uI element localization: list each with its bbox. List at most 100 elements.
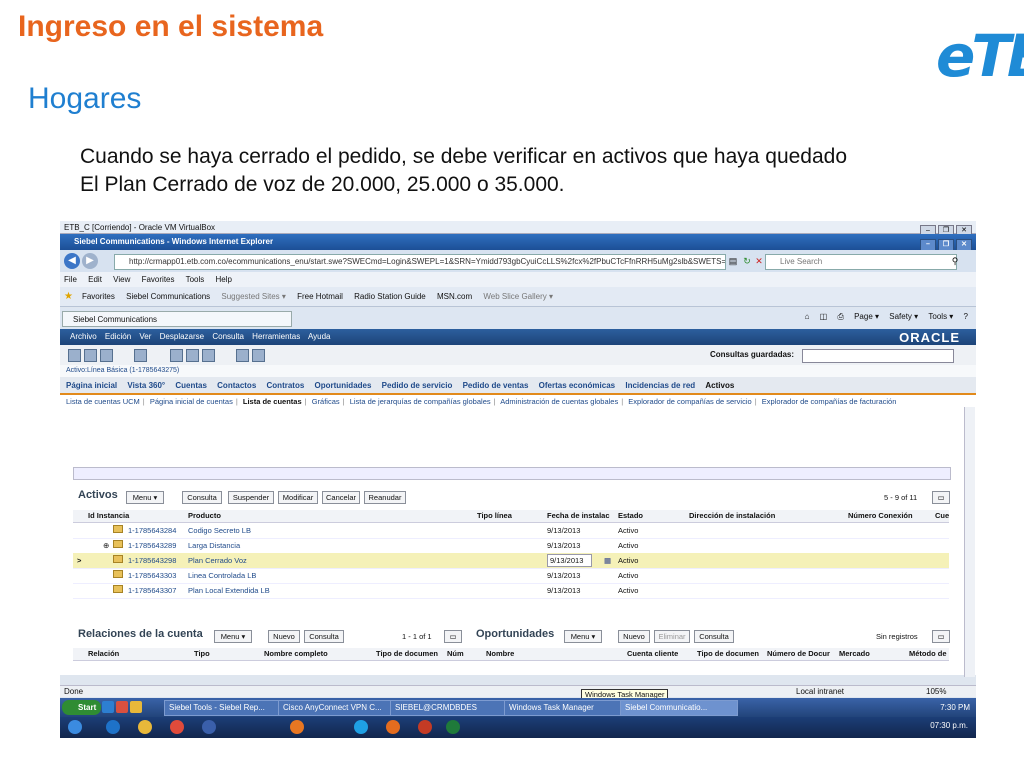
activos-modificar-button[interactable]: Modificar [278, 491, 318, 504]
col-tipo[interactable]: Tipo [194, 648, 210, 660]
menu-help[interactable]: Help [216, 275, 232, 284]
col-metodo[interactable]: Método de [909, 648, 947, 660]
toolbar-icon-8[interactable] [236, 349, 249, 362]
activos-menu-button[interactable]: Menu ▾ [126, 491, 164, 504]
menu-tools[interactable]: Tools [186, 275, 205, 284]
activos-cancelar-button[interactable]: Cancelar [322, 491, 360, 504]
ie-tab-siebel[interactable]: Siebel Communications [62, 311, 292, 327]
toolbar-icon-2[interactable] [84, 349, 97, 362]
menu-file[interactable]: File [64, 275, 77, 284]
expand-icon[interactable]: ⊕ [103, 538, 109, 553]
row-date-input[interactable]: 9/13/2013 [547, 554, 593, 567]
tab-oportunidades[interactable]: Oportunidades [315, 381, 372, 390]
fav-msn[interactable]: MSN.com [437, 292, 472, 301]
siebel-menu-archivo[interactable]: Archivo [70, 332, 97, 341]
oportunidades-layout-icon[interactable]: ▭ [932, 630, 950, 643]
oportunidades-nuevo-button[interactable]: Nuevo [618, 630, 650, 643]
zoom-level[interactable]: 105% [926, 686, 946, 698]
oportunidades-eliminar-button[interactable]: Eliminar [654, 630, 690, 643]
col-id-instancia[interactable]: Id Instancia [88, 510, 129, 522]
start-button[interactable]: Start [62, 700, 102, 715]
tab-activos[interactable]: Activos [705, 381, 734, 390]
toolbar-icon-4[interactable] [134, 349, 147, 362]
siebel-menu-edicion[interactable]: Edición [105, 332, 131, 341]
col-tipo-linea[interactable]: Tipo línea [477, 510, 512, 522]
col-nombre-completo[interactable]: Nombre completo [264, 648, 328, 660]
tab-cuentas[interactable]: Cuentas [175, 381, 207, 390]
subview-admin[interactable]: Administración de cuentas globales [500, 397, 618, 406]
tab-contactos[interactable]: Contactos [217, 381, 256, 390]
row-id[interactable]: 1-1785643289 [128, 538, 176, 553]
col-cuenta[interactable]: Cue [935, 510, 949, 522]
search-input[interactable]: Live Search [765, 254, 957, 270]
col-producto[interactable]: Producto [188, 510, 221, 522]
toolbar-icon-9[interactable] [252, 349, 265, 362]
table-row[interactable]: 1-1785643307 Plan Local Extendida LB 9/1… [73, 583, 949, 599]
row-id[interactable]: 1-1785643307 [128, 583, 176, 598]
col-direccion[interactable]: Dirección de instalación [689, 510, 775, 522]
help-icon[interactable]: ? [964, 312, 968, 321]
toolbar-icon-5[interactable] [170, 349, 183, 362]
home-icon[interactable]: ⌂ [805, 312, 810, 321]
table-row-selected[interactable]: > 1-1785643298 Plan Cerrado Voz 9/13/201… [73, 553, 949, 569]
fav-hotmail[interactable]: Free Hotmail [297, 292, 343, 301]
back-icon[interactable]: ◀ [64, 253, 80, 269]
col-estado[interactable]: Estado [618, 510, 643, 522]
relaciones-layout-icon[interactable]: ▭ [444, 630, 462, 643]
toolbar-icon-1[interactable] [68, 349, 81, 362]
ie-quicklaunch-icon[interactable] [102, 701, 114, 713]
address-input[interactable]: http://crmapp01.etb.com.co/ecommunicatio… [114, 254, 726, 270]
col-cuenta-cliente[interactable]: Cuenta cliente [627, 648, 678, 660]
fav-web-slice[interactable]: Web Slice Gallery ▾ [483, 292, 553, 301]
table-row[interactable]: 1-1785643284 Codigo Secreto LB 9/13/2013… [73, 523, 949, 539]
host-explorer-icon[interactable] [138, 720, 152, 734]
task-siebel-db[interactable]: SIEBEL@CRMDBDES [390, 700, 506, 716]
fav-suggested-sites[interactable]: Suggested Sites ▾ [221, 292, 286, 301]
siebel-menu-ayuda[interactable]: Ayuda [308, 332, 331, 341]
oportunidades-menu-button[interactable]: Menu ▾ [564, 630, 602, 643]
relaciones-consulta-button[interactable]: Consulta [304, 630, 344, 643]
horizontal-scrollbar[interactable] [73, 467, 951, 480]
toolbar-icon-3[interactable] [100, 349, 113, 362]
relaciones-nuevo-button[interactable]: Nuevo [268, 630, 300, 643]
row-id[interactable]: 1-1785643303 [128, 568, 176, 583]
col-num[interactable]: Núm [447, 648, 464, 660]
menu-view[interactable]: View [113, 275, 130, 284]
oportunidades-consulta-button[interactable]: Consulta [694, 630, 734, 643]
print-icon[interactable]: ⎙ [837, 312, 843, 321]
col-numero-conexion[interactable]: Número Conexión [848, 510, 913, 522]
toolbar-icon-6[interactable] [186, 349, 199, 362]
subview-servicio[interactable]: Explorador de compañías de servicio [628, 397, 751, 406]
row-id[interactable]: 1-1785643298 [128, 553, 176, 568]
col-nombre[interactable]: Nombre [486, 648, 514, 660]
tab-contratos[interactable]: Contratos [267, 381, 305, 390]
compatibility-icon[interactable]: ▤ [726, 254, 740, 268]
favorites-button[interactable]: Favorites [82, 292, 115, 301]
siebel-menu-desplazarse[interactable]: Desplazarse [160, 332, 204, 341]
col-numero-documento[interactable]: Número de Docur [767, 648, 830, 660]
host-firefox-icon[interactable] [290, 720, 304, 734]
col-mercado[interactable]: Mercado [839, 648, 870, 660]
tab-pedido-ventas[interactable]: Pedido de ventas [463, 381, 529, 390]
task-task-manager[interactable]: Windows Task Manager [504, 700, 622, 716]
activos-reanudar-button[interactable]: Reanudar [364, 491, 406, 504]
quicklaunch-icon-2[interactable] [116, 701, 128, 713]
cmd-page[interactable]: Page ▾ [854, 312, 879, 321]
subview-inicial[interactable]: Página inicial de cuentas [150, 397, 233, 406]
row-id[interactable]: 1-1785643284 [128, 523, 176, 538]
menu-favorites[interactable]: Favorites [142, 275, 175, 284]
siebel-menu-herramientas[interactable]: Herramientas [252, 332, 300, 341]
host-ie-icon[interactable] [106, 720, 120, 734]
col-relacion[interactable]: Relación [88, 648, 119, 660]
table-row[interactable]: 1-1785643303 Linea Controlada LB 9/13/20… [73, 568, 949, 584]
subview-ucm[interactable]: Lista de cuentas UCM [66, 397, 140, 406]
calendar-icon[interactable]: ▦ [604, 553, 611, 568]
task-cisco-vpn[interactable]: Cisco AnyConnect VPN C... [278, 700, 392, 716]
activos-consulta-button[interactable]: Consulta [182, 491, 222, 504]
feeds-icon[interactable]: ◫ [820, 312, 828, 321]
stop-icon[interactable]: ✕ [752, 254, 766, 268]
host-chrome-icon[interactable] [170, 720, 184, 734]
breadcrumb[interactable]: Activo:Línea Básica (1-1785643275) [60, 365, 976, 377]
saved-queries-select[interactable] [802, 349, 954, 363]
search-icon[interactable]: ⚲ [948, 254, 962, 268]
